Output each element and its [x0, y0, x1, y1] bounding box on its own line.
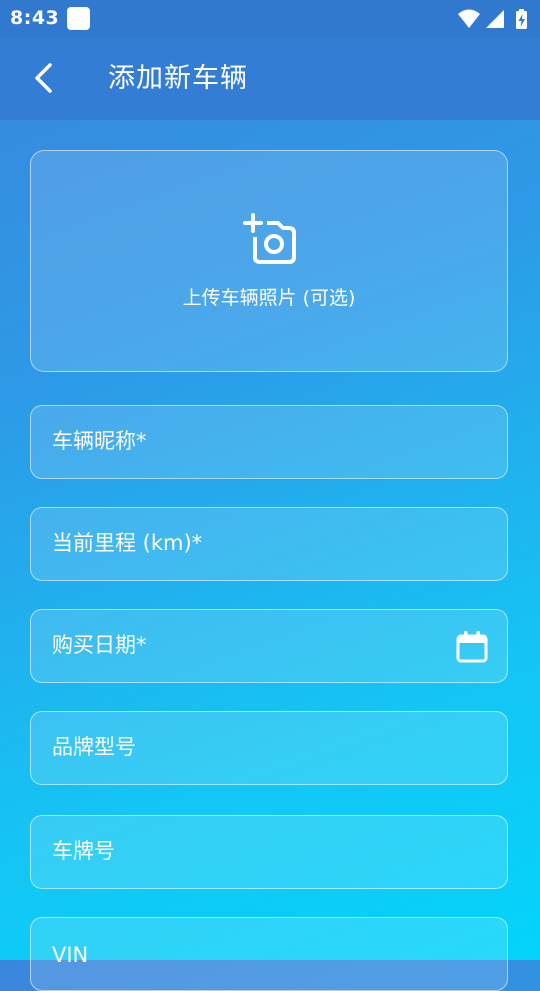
calendar-icon[interactable]	[455, 630, 489, 664]
wifi-icon	[458, 9, 480, 28]
mileage-field[interactable]: 当前里程 (km)*	[30, 507, 508, 581]
back-button[interactable]	[22, 56, 66, 100]
add-photo-icon	[243, 213, 296, 264]
battery-charging-icon	[516, 9, 527, 29]
brand-model-field-label: 品牌型号	[52, 735, 136, 759]
app-bar: 添加新车辆	[0, 38, 540, 120]
photo-upload-label: 上传车辆照片 (可选)	[182, 287, 356, 309]
purchase-date-field[interactable]: 购买日期*	[30, 609, 508, 683]
status-bar: 8:43	[0, 0, 540, 38]
back-arrow-icon	[35, 63, 52, 93]
vin-field[interactable]: VIN	[30, 917, 508, 991]
license-plate-field-label: 车牌号	[52, 839, 115, 863]
brand-model-field[interactable]: 品牌型号	[30, 711, 508, 785]
photo-upload-area[interactable]: 上传车辆照片 (可选)	[30, 150, 508, 372]
nickname-field[interactable]: 车辆昵称*	[30, 405, 508, 479]
vin-field-label: VIN	[52, 943, 89, 967]
mileage-field-label: 当前里程 (km)*	[52, 531, 203, 555]
nickname-field-label: 车辆昵称*	[52, 429, 147, 453]
purchase-date-field-label: 购买日期*	[52, 633, 147, 657]
license-plate-field[interactable]: 车牌号	[30, 815, 508, 889]
app-notification-icon	[67, 7, 90, 30]
status-icons	[458, 9, 527, 29]
page-title: 添加新车辆	[108, 63, 248, 94]
cellular-signal-icon	[486, 10, 504, 28]
status-time: 8:43	[10, 7, 60, 29]
